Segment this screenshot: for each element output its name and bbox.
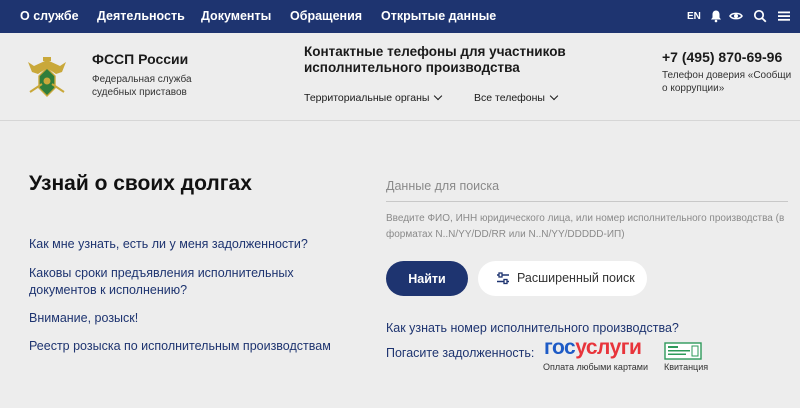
question-link-deadlines[interactable]: Каковы сроки предъявления исполнительных… [29,265,309,299]
gosuslugi-logo[interactable]: госуслуги [544,336,642,360]
language-switch[interactable]: EN [687,11,701,22]
territorial-bodies-dropdown[interactable]: Территориальные органы [304,91,443,104]
page-title: Узнай о своих долгах [29,172,252,195]
search-input[interactable] [386,170,788,202]
chevron-down-icon [434,91,443,101]
phone-number[interactable]: +7 (495) 870-69-96 [662,49,782,65]
fssp-emblem-icon[interactable] [24,54,70,100]
receipt-icon[interactable] [664,342,702,360]
nav-item-activity[interactable]: Деятельность [97,9,185,23]
pay-by-card-label: Оплата любыми картами [543,362,648,372]
org-name[interactable]: ФССП России [92,51,188,67]
nav-item-about[interactable]: О службе [20,9,79,23]
bell-icon[interactable] [709,9,723,23]
search-hint: Введите ФИО, ИНН юридического лица, или … [386,213,785,240]
how-to-find-case-number-link[interactable]: Как узнать номер исполнительного произво… [386,321,679,335]
wanted-registry-link[interactable]: Реестр розыска по исполнительным произво… [29,338,349,355]
nav-item-open-data[interactable]: Открытые данные [381,9,496,23]
corruption-hotline-link[interactable]: Телефон доверия «Сообщи о коррупции» [662,69,792,95]
wanted-link[interactable]: Внимание, розыск! [29,310,329,327]
question-link-debts[interactable]: Как мне узнать, есть ли у меня задолженн… [29,236,329,253]
nav-item-appeals[interactable]: Обращения [290,9,362,23]
top-navigation: О службе Деятельность Документы Обращени… [0,0,800,33]
eye-icon[interactable] [729,9,743,23]
territorial-bodies-label: Территориальные органы [304,92,430,104]
nav-item-documents[interactable]: Документы [201,9,271,23]
pay-debt-label: Погасите задолженность: [386,346,535,360]
find-button[interactable]: Найти [386,261,468,296]
org-subtitle: Федеральная служба судебных приставов [92,74,192,98]
contacts-title: Контактные телефоны для участников испол… [304,44,566,75]
gosuslugi-logo-part1: гос [544,336,576,359]
gosuslugi-logo-part2: услуги [575,336,642,359]
all-phones-dropdown[interactable]: Все телефоны [474,91,559,104]
site-header: ФССП России Федеральная служба судебных … [0,33,800,121]
all-phones-label: Все телефоны [474,92,545,104]
advanced-search-button[interactable]: Расширенный поиск [478,261,647,296]
chevron-down-icon [549,91,559,101]
search-icon[interactable] [753,9,767,23]
advanced-search-label: Расширенный поиск [517,271,635,285]
filter-sliders-icon [497,272,509,285]
receipt-label[interactable]: Квитанция [664,362,708,372]
menu-icon[interactable] [777,9,791,23]
